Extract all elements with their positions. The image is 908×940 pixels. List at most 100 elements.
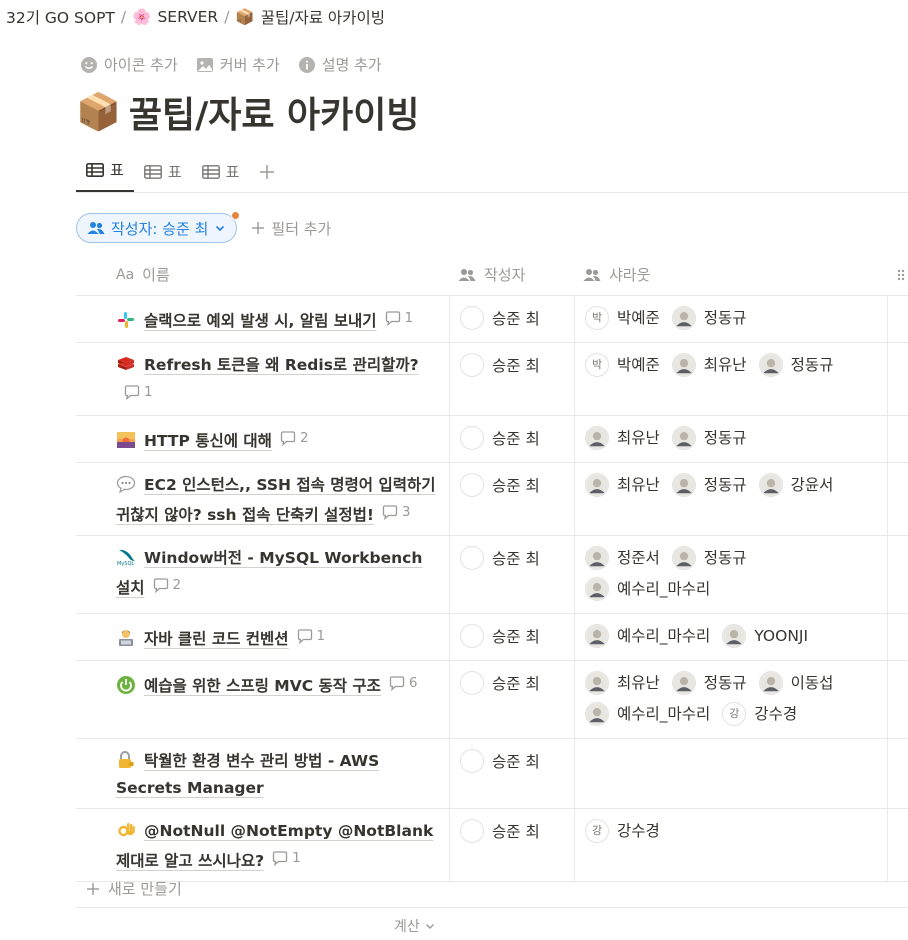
comment-count[interactable]: 2	[153, 572, 181, 599]
author-cell[interactable]: 승준 최	[450, 661, 575, 738]
sunset-image-icon	[116, 430, 136, 450]
package-icon[interactable]: 📦	[76, 91, 121, 133]
calculate-button[interactable]: 계산	[394, 916, 436, 936]
author-cell[interactable]: 승준 최	[450, 536, 575, 613]
column-header-shadow[interactable]: 샤라웃	[575, 254, 888, 295]
comment-icon	[389, 676, 405, 691]
shadow-cell[interactable]: 예수리_마수리 YOONJI	[575, 614, 888, 660]
table-row[interactable]: Refresh 토큰을 왜 Redis로 관리할까? 1 승준 최 박 박예준 최유난 정동…	[76, 343, 908, 416]
breadcrumb: 32기 GO SOPT / 🌸 SERVER / 📦 꿀팁/자료 아카이빙	[6, 6, 385, 28]
author-cell[interactable]: 승준 최	[450, 343, 575, 415]
name-cell[interactable]: MySQL Window버전 - MySQL Workbench 설치 2	[76, 536, 450, 613]
plus-icon	[260, 165, 275, 179]
table-header: Aa 이름 작성자 샤라웃	[76, 254, 908, 296]
row-title[interactable]: 탁월한 환경 변수 관리 방법 - AWS Secrets Manager	[116, 752, 379, 797]
author-cell[interactable]: 승준 최	[450, 296, 575, 342]
comment-count[interactable]: 1	[272, 845, 301, 872]
add-view-button[interactable]	[249, 164, 285, 192]
empty-cell	[888, 739, 908, 808]
page-title[interactable]: 📦 꿀팁/자료 아카이빙	[76, 86, 419, 138]
avatar	[585, 702, 609, 726]
shadow-cell[interactable]: 정준서 정동규 예수리_마수리	[575, 536, 888, 613]
comment-count[interactable]: 3	[382, 499, 411, 526]
shadow-cell[interactable]: 최유난 정동규 이동섭 예수리_마수리 강 강수경	[575, 661, 888, 738]
author-cell[interactable]: 승준 최	[450, 614, 575, 660]
person-name: 강수경	[617, 822, 660, 840]
avatar	[585, 671, 609, 695]
breadcrumb-item-workspace[interactable]: 32기 GO SOPT	[6, 6, 115, 28]
shadow-cell[interactable]: 박 박예준 정동규	[575, 296, 888, 342]
table-row[interactable]: 탁월한 환경 변수 관리 방법 - AWS Secrets Manager 승준 …	[76, 739, 908, 809]
comment-count[interactable]: 6	[389, 670, 418, 697]
table-row[interactable]: HTTP 통신에 대해 2 승준 최 최유난 정동규	[76, 416, 908, 463]
column-header-author[interactable]: 작성자	[450, 254, 575, 295]
person-chip: 승준 최	[460, 818, 540, 844]
row-title[interactable]: HTTP 통신에 대해	[144, 432, 272, 450]
name-cell[interactable]: Refresh 토큰을 왜 Redis로 관리할까? 1	[76, 343, 450, 415]
comment-icon	[280, 431, 296, 446]
person-name: 승준 최	[492, 357, 540, 375]
name-cell[interactable]: EC2 인스턴스,, SSH 접속 명령어 입력하기 귀찮지 않아? ssh 접…	[76, 463, 450, 535]
breadcrumb-item-current[interactable]: 📦 꿀팁/자료 아카이빙	[235, 6, 385, 28]
filter-bar: 작성자: 승준 최 필터 추가	[76, 211, 331, 243]
row-title[interactable]: Refresh 토큰을 왜 Redis로 관리할까?	[144, 356, 419, 374]
table-icon	[143, 164, 162, 179]
tab-table-2[interactable]: 표	[134, 161, 192, 192]
package-icon: 📦	[235, 8, 255, 26]
name-cell[interactable]: 예습을 위한 스프링 MVC 동작 구조 6	[76, 661, 450, 738]
author-cell[interactable]: 승준 최	[450, 416, 575, 462]
table-row[interactable]: MySQL Window버전 - MySQL Workbench 설치 2 승준 최 정…	[76, 536, 908, 614]
row-title[interactable]: 슬랙으로 예외 발생 시, 알림 보내기	[144, 312, 377, 330]
add-cover-button[interactable]: 커버 추가	[196, 54, 280, 75]
add-icon-label: 아이콘 추가	[104, 56, 178, 74]
person-chip: 최유난	[585, 425, 660, 451]
breadcrumb-label: 꿀팁/자료 아카이빙	[260, 9, 385, 27]
row-title[interactable]: 예습을 위한 스프링 MVC 동작 구조	[144, 677, 381, 695]
person-name: 박예준	[617, 356, 660, 374]
column-header-name[interactable]: Aa 이름	[76, 254, 450, 295]
shadow-cell[interactable]: 최유난 정동규 강윤서	[575, 463, 888, 535]
shadow-cell[interactable]	[575, 739, 888, 808]
name-cell[interactable]: HTTP 통신에 대해 2	[76, 416, 450, 462]
person-chip: 정동규	[758, 352, 833, 378]
empty-cell	[888, 463, 908, 535]
person-name: 예수리_마수리	[617, 580, 711, 598]
table-row[interactable]: 예습을 위한 스프링 MVC 동작 구조 6 승준 최 최유난 정동규 이동섭 예수리_마수…	[76, 661, 908, 739]
text-property-icon: Aa	[116, 266, 135, 283]
author-cell[interactable]: 승준 최	[450, 463, 575, 535]
comment-count[interactable]: 2	[280, 425, 309, 452]
name-cell[interactable]: 자바 클린 코드 컨벤션 1	[76, 614, 450, 660]
person-name: 승준 최	[492, 823, 540, 841]
chevron-down-icon	[216, 225, 225, 232]
name-cell[interactable]: 슬랙으로 예외 발생 시, 알림 보내기 1	[76, 296, 450, 342]
person-name: YOONJI	[754, 627, 809, 645]
name-cell[interactable]: 탁월한 환경 변수 관리 방법 - AWS Secrets Manager	[76, 739, 450, 808]
table-row[interactable]: EC2 인스턴스,, SSH 접속 명령어 입력하기 귀찮지 않아? ssh 접…	[76, 463, 908, 536]
add-icon-button[interactable]: 아이콘 추가	[80, 54, 178, 75]
comment-count[interactable]: 1	[124, 379, 153, 406]
add-filter-button[interactable]: 필터 추가	[251, 218, 331, 239]
person-chip: 정동규	[671, 305, 747, 331]
row-title[interactable]: 자바 클린 코드 컨벤션	[144, 630, 289, 648]
shadow-cell[interactable]: 박 박예준 최유난 정동규	[575, 343, 888, 415]
breadcrumb-item-server[interactable]: 🌸 SERVER	[132, 8, 218, 26]
plus-icon	[252, 222, 265, 234]
add-description-button[interactable]: 설명 추가	[298, 54, 382, 75]
column-drag-handle[interactable]	[888, 254, 908, 295]
shadow-cell[interactable]: 최유난 정동규	[575, 416, 888, 462]
tab-table-3[interactable]: 표	[192, 161, 250, 192]
person-chip: 정준서	[585, 545, 660, 571]
new-row-button[interactable]: 새로 만들기	[76, 870, 908, 908]
author-filter-chip[interactable]: 작성자: 승준 최	[76, 211, 241, 243]
tab-table-1[interactable]: 표	[76, 159, 134, 192]
smiley-icon	[81, 56, 97, 73]
comment-count[interactable]: 1	[385, 305, 413, 332]
table-row[interactable]: 슬랙으로 예외 발생 시, 알림 보내기 1 승준 최 박 박예준 정동규	[76, 296, 908, 343]
person-chip: 최유난	[585, 472, 660, 498]
breadcrumb-separator: /	[224, 8, 230, 26]
comment-icon	[297, 629, 312, 644]
avatar: 박	[585, 306, 609, 330]
comment-count[interactable]: 1	[297, 623, 325, 650]
table-row[interactable]: 자바 클린 코드 컨벤션 1 승준 최 예수리_마수리 YOONJI	[76, 614, 908, 661]
author-cell[interactable]: 승준 최	[450, 739, 575, 808]
